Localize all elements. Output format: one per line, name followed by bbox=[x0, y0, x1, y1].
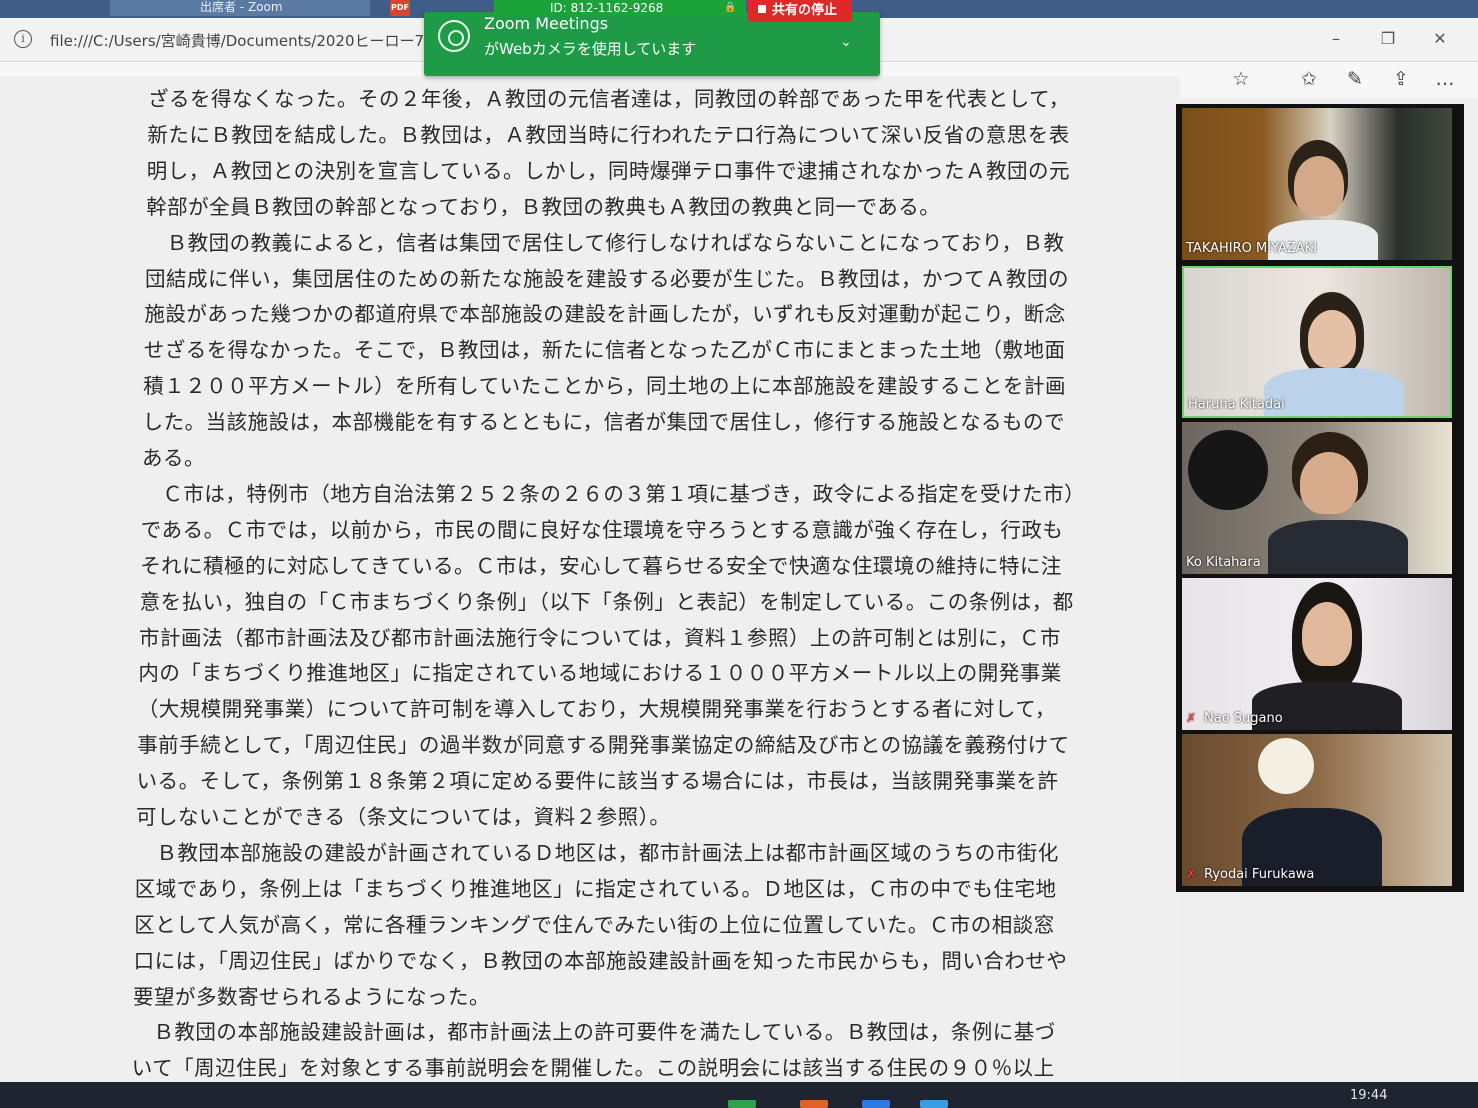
document-line: Ｂ教団の教義によると，信者は集団で居住して修行しなければならないことになっており… bbox=[145, 230, 1065, 255]
participant-name: ✗ Nao Sugano bbox=[1186, 711, 1283, 726]
document-line: いる。そして，条例第１８条第２項に定める要件に該当する場合には，市長は，当該開発… bbox=[136, 769, 1059, 794]
document-line: せざるを得なかった。そこで，Ｂ教団は，新たに信者となった乙がＣ市にまとまった土地… bbox=[143, 338, 1066, 363]
document-line: いて「周辺住民」を対象とする事前説明会を開催した。この説明会には該当する住民の９… bbox=[131, 1056, 1055, 1081]
url-field[interactable]: file:///C:/Users/宮崎貴博/Documents/2020ヒーロー… bbox=[50, 30, 430, 52]
document-line: 新たにＢ教団を結成した。Ｂ教団は，Ａ教団当時に行われたテロ行為について深い反省の… bbox=[147, 122, 1070, 147]
mic-muted-icon: ✗ bbox=[1186, 711, 1197, 725]
document-line: （大規模開発事業）について許可制を導入しており，大規模開発事業を行おうとする者に… bbox=[137, 697, 1056, 722]
document-line: Ｃ市は，特例市（地方自治法第２５２条の２６の３第１項に基づき，政令による指定を受… bbox=[141, 481, 1086, 506]
document-line: 事前手続として，「周辺住民」の過半数が同意する開発事業協定の締結及び市との協議を… bbox=[137, 733, 1070, 758]
document-line: 明し，Ａ教団との決別を宣言している。しかし，同時爆弾テロ事件で逮捕されなかったＡ… bbox=[146, 158, 1070, 183]
windows-taskbar: 19:44 bbox=[0, 1082, 1478, 1108]
document-line: 幹部が全員Ｂ教団の幹部となっており，Ｂ教団の教典もＡ教団の教典と同一である。 bbox=[146, 194, 941, 219]
stop-share-button[interactable]: 共有の停止 bbox=[748, 0, 852, 22]
lock-icon: 🔒 bbox=[724, 2, 737, 13]
participants-panel: TAKAHIRO MIYAZAKI Haruna Kitadai Ko Kita… bbox=[1176, 104, 1464, 892]
mic-muted-icon: ✗ bbox=[1186, 867, 1197, 881]
star-icon[interactable]: ☆ bbox=[1228, 66, 1254, 92]
notification-title: Zoom Meetings bbox=[484, 14, 609, 33]
document-line: である。Ｃ市では，以前から，市民の間に良好な住環境を守ろうとする意識が強く存在し… bbox=[140, 517, 1064, 542]
document-line: 団結成に伴い，集団居住のための新たな施設を建設する必要が生じた。Ｂ教団は，かつて… bbox=[145, 266, 1069, 291]
document-line: 市計画法（都市計画法及び都市計画法施行令については，資料１参照）上の許可制とは別… bbox=[139, 625, 1061, 650]
document-line: 区として人気が高く，常に各種ランキングで住んでみたい街の上位に位置していた。Ｃ市… bbox=[134, 912, 1055, 937]
document-line: 意を払い，独自の「Ｃ市まちづくり条例」（以下「条例」と表記）を制定している。この… bbox=[139, 589, 1074, 614]
document-line: 区域であり，条例上は「まちづくり推進地区」に指定されている。Ｄ地区は，Ｃ市の中で… bbox=[134, 876, 1057, 901]
participant-name: ✗ Ryodai Furukawa bbox=[1186, 867, 1315, 882]
participant-tile[interactable]: TAKAHIRO MIYAZAKI bbox=[1182, 108, 1452, 260]
participant-tile[interactable]: ✗ Ryodai Furukawa bbox=[1182, 734, 1452, 886]
document-line: 施設があった幾つかの都道府県で本部施設の建設を計画したが，いずれも反対運動が起こ… bbox=[144, 302, 1066, 327]
info-icon[interactable]: i bbox=[14, 30, 32, 48]
pdf-icon[interactable]: PDF bbox=[390, 0, 410, 16]
notification-message: がWebカメラを使用しています bbox=[484, 40, 697, 58]
participant-name: Haruna Kitadai bbox=[1188, 397, 1285, 412]
avatar bbox=[1294, 156, 1344, 216]
document-line: 積１２００平方メートル）を所有していたことから，同土地の上に本部施設を建設するこ… bbox=[143, 374, 1066, 399]
taskbar-app-icon[interactable] bbox=[862, 1100, 890, 1108]
document-line: Ｂ教団の本部施設建設計画は，都市計画法上の許可要件を満たしている。Ｂ教団は，条例… bbox=[132, 1020, 1056, 1045]
taskbar-app-icon[interactable] bbox=[800, 1100, 828, 1108]
document-line: した。当該施設は，本部機能を有するとともに，信者が集団で居住し，修行する施設とな… bbox=[142, 410, 1065, 435]
taskbar-app-icon[interactable] bbox=[920, 1100, 948, 1108]
meeting-id: ID: 812-1162-9268 bbox=[494, 0, 746, 16]
avatar bbox=[1300, 452, 1358, 514]
close-icon[interactable]: ✕ bbox=[1430, 30, 1450, 48]
document-line: Ｂ教団本部施設の建設が計画されているＤ地区は，都市計画法上は都市計画区域のうちの… bbox=[135, 840, 1059, 865]
screen: 出席者 - Zoom PDF i file:///C:/Users/宮崎貴博/D… bbox=[0, 0, 1478, 1108]
participant-tile[interactable]: Ko Kitahara bbox=[1182, 422, 1452, 574]
document-line: ある。 bbox=[142, 446, 205, 470]
share-icon[interactable]: ⇪ bbox=[1388, 66, 1414, 92]
participant-name: TAKAHIRO MIYAZAKI bbox=[1186, 241, 1318, 256]
document-line: 口には，「周辺住民」ばかりでなく，Ｂ教団の本部施設建設計画を知った市民からも，問… bbox=[133, 948, 1068, 973]
document-line: 内の「まちづくり推進地区」に指定されている地域における１０００平方メートル以上の… bbox=[138, 661, 1062, 686]
lamp-icon bbox=[1258, 738, 1314, 794]
document-line: 要望が多数寄せられるようになった。 bbox=[133, 984, 490, 1009]
restore-icon[interactable]: ❐ bbox=[1378, 30, 1398, 48]
avatar bbox=[1308, 310, 1356, 368]
document-line: それに積極的に対応してきている。Ｃ市は，安心して暮らせる安全で快適な住環境の維持… bbox=[140, 553, 1062, 578]
taskbar-app-icon[interactable] bbox=[728, 1100, 756, 1108]
avatar bbox=[1188, 430, 1268, 510]
pen-icon[interactable]: ✎ bbox=[1342, 66, 1368, 92]
avatar bbox=[1302, 602, 1352, 666]
webcam-icon bbox=[438, 20, 470, 52]
chevron-down-icon[interactable]: ⌄ bbox=[836, 32, 856, 52]
more-icon[interactable]: … bbox=[1432, 66, 1458, 92]
participant-tile[interactable]: ✗ Nao Sugano bbox=[1182, 578, 1452, 730]
avatar bbox=[1264, 368, 1404, 416]
document-line: 可しないことができる（条文については，資料２参照）。 bbox=[136, 805, 671, 829]
participant-tile-active[interactable]: Haruna Kitadai bbox=[1182, 266, 1452, 418]
avatar bbox=[1268, 520, 1408, 574]
favorites-icon[interactable]: ✩ bbox=[1296, 66, 1322, 92]
minimize-icon[interactable]: – bbox=[1326, 30, 1346, 48]
document-line: ざるを得なくなった。その２年後，Ａ教団の元信者達は，同教団の幹部であった甲を代表… bbox=[148, 87, 1070, 111]
participant-name: Ko Kitahara bbox=[1186, 555, 1261, 570]
clock[interactable]: 19:44 bbox=[1350, 1088, 1387, 1103]
pdf-document[interactable]: ざるを得なくなった。その２年後，Ａ教団の元信者達は，同教団の幹部であった甲を代表… bbox=[0, 76, 1180, 1108]
zoom-window-tab[interactable]: 出席者 - Zoom bbox=[110, 0, 370, 16]
